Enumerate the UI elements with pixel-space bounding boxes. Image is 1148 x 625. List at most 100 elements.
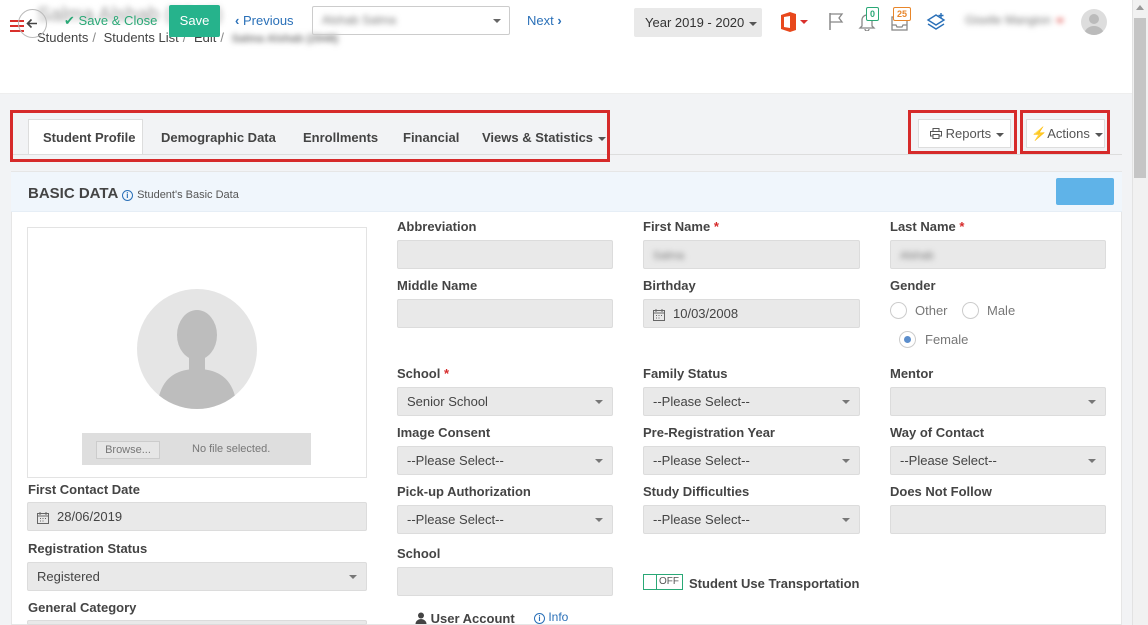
save-close-button[interactable]: ✔ Save & Close <box>64 13 157 29</box>
middle-name-label: Middle Name <box>397 278 478 293</box>
way-of-contact-select[interactable]: --Please Select-- <box>890 446 1106 475</box>
layers-icon[interactable] <box>926 12 946 35</box>
school-2-label: School <box>397 546 441 561</box>
chevron-down-icon <box>1088 459 1096 463</box>
calendar-icon <box>37 511 49 524</box>
user-icon <box>415 611 427 625</box>
chevron-down-icon <box>595 518 603 522</box>
general-category-select[interactable] <box>27 620 367 625</box>
gender-other-label: Other <box>915 303 948 318</box>
pre-registration-year-select[interactable]: --Please Select-- <box>643 446 860 475</box>
pickup-authorization-value: --Please Select-- <box>407 512 504 527</box>
chevron-down-icon <box>842 518 850 522</box>
avatar[interactable] <box>1081 9 1107 35</box>
first-name-input[interactable]: Salma <box>643 240 860 269</box>
school-2-input[interactable] <box>397 567 613 596</box>
last-name-value: Alshab <box>900 250 934 262</box>
birthday-input[interactable]: 10/03/2008 <box>643 299 860 328</box>
user-account-text: User Account <box>430 611 515 625</box>
scrollbar-thumb[interactable] <box>1134 18 1146 178</box>
tabs-highlight-box <box>10 110 610 162</box>
user-menu[interactable]: Giselle Mangion <box>965 13 1065 27</box>
birthday-label: Birthday <box>643 278 696 293</box>
reports-highlight-box <box>908 110 1017 154</box>
calendar-icon <box>653 308 665 321</box>
browse-button[interactable]: Browse... <box>96 441 160 459</box>
save-button[interactable]: Save <box>169 5 220 37</box>
section-title: BASIC DATA <box>28 185 118 202</box>
edit-button[interactable] <box>1056 178 1114 205</box>
previous-label: Previous <box>242 13 294 28</box>
gender-male-radio[interactable] <box>962 302 979 319</box>
chevron-down-icon <box>493 19 501 23</box>
study-difficulties-label: Study Difficulties <box>643 484 750 499</box>
gender-male-label: Male <box>987 303 1016 318</box>
school-select[interactable]: Senior School <box>397 387 613 416</box>
way-of-contact-value: --Please Select-- <box>900 453 997 468</box>
image-consent-label: Image Consent <box>397 425 491 440</box>
info-link[interactable]: i Info <box>534 610 568 624</box>
chevron-down-icon <box>595 459 603 463</box>
first-name-label-text: First Name <box>643 219 711 234</box>
first-contact-date-label: First Contact Date <box>28 482 140 497</box>
school-label-text: School <box>397 366 441 381</box>
last-name-input[interactable]: Alshab <box>890 240 1106 269</box>
registration-status-label: Registration Status <box>28 541 148 556</box>
required-marker: * <box>959 219 965 234</box>
birthday-value: 10/03/2008 <box>673 306 739 321</box>
no-file-text: No file selected. <box>192 443 271 455</box>
general-category-label: General Category <box>28 600 137 615</box>
mentor-select[interactable] <box>890 387 1106 416</box>
year-selector-label: Year 2019 - 2020 <box>645 15 745 30</box>
abbreviation-input[interactable] <box>397 240 613 269</box>
flag-icon[interactable] <box>827 11 845 34</box>
breadcrumb-students-list[interactable]: Students List <box>104 30 179 45</box>
arrow-left-icon <box>26 18 37 29</box>
info-link-label: Info <box>548 610 569 624</box>
last-name-label-text: Last Name <box>890 219 956 234</box>
back-button[interactable] <box>18 9 47 38</box>
save-close-label: Save & Close <box>78 13 158 28</box>
basic-data-title: BASIC DATA i Student's Basic Data <box>28 185 239 202</box>
gender-other-radio[interactable] <box>890 302 907 319</box>
first-contact-date-input[interactable]: 28/06/2019 <box>27 502 367 531</box>
chevron-down-icon <box>1088 400 1096 404</box>
next-button[interactable]: Next › <box>527 13 562 28</box>
gender-label: Gender <box>890 278 936 293</box>
actions-highlight-box <box>1020 110 1110 154</box>
school-label: School * <box>397 366 449 381</box>
student-select[interactable]: Alshab Salma <box>312 6 510 35</box>
first-contact-date-value: 28/06/2019 <box>57 509 123 524</box>
family-status-value: --Please Select-- <box>653 394 750 409</box>
pickup-authorization-select[interactable]: --Please Select-- <box>397 505 613 534</box>
chevron-right-icon: › <box>557 13 562 28</box>
last-name-label: Last Name * <box>890 219 964 234</box>
check-icon: ✔ <box>64 13 75 28</box>
transportation-toggle[interactable]: OFF <box>643 574 683 590</box>
family-status-label: Family Status <box>643 366 728 381</box>
form-toolbar <box>0 52 1132 94</box>
chevron-left-icon: ‹ <box>235 13 240 28</box>
image-consent-value: --Please Select-- <box>407 453 504 468</box>
way-of-contact-label: Way of Contact <box>890 425 985 440</box>
notification-count-badge: 0 <box>866 7 880 21</box>
required-marker: * <box>713 219 719 234</box>
info-icon: i <box>121 190 133 201</box>
toggle-knob <box>644 575 657 589</box>
does-not-follow-input[interactable] <box>890 505 1106 534</box>
scroll-up-arrow[interactable] <box>1136 5 1144 10</box>
study-difficulties-value: --Please Select-- <box>653 512 750 527</box>
chevron-down-icon <box>842 400 850 404</box>
registration-status-select[interactable]: Registered <box>27 562 367 591</box>
previous-button[interactable]: ‹ Previous <box>235 13 294 28</box>
gender-female-radio[interactable] <box>899 331 916 348</box>
year-selector[interactable]: Year 2019 - 2020 <box>634 8 762 37</box>
user-name: Giselle Mangion <box>965 13 1052 27</box>
middle-name-input[interactable] <box>397 299 613 328</box>
gender-female-label: Female <box>925 332 969 347</box>
office-icon[interactable] <box>779 11 808 33</box>
study-difficulties-select[interactable]: --Please Select-- <box>643 505 860 534</box>
chevron-down-icon <box>842 459 850 463</box>
image-consent-select[interactable]: --Please Select-- <box>397 446 613 475</box>
family-status-select[interactable]: --Please Select-- <box>643 387 860 416</box>
